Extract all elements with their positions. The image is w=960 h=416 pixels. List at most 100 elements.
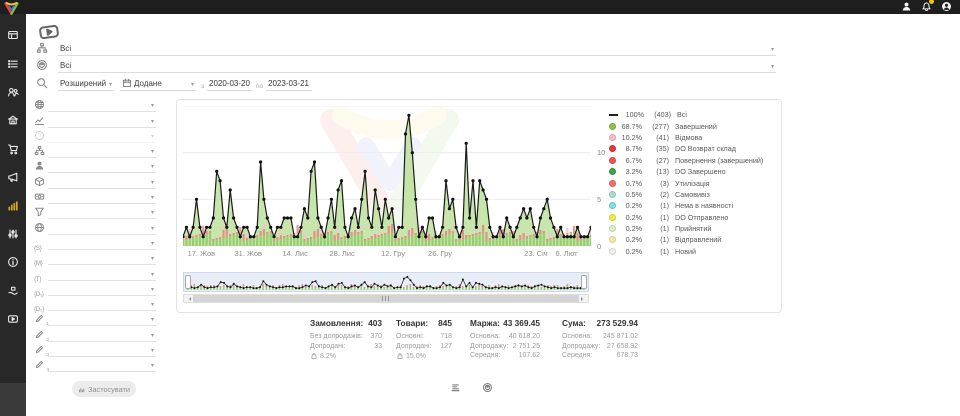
stat-sub-label: Допродажу: bbox=[470, 342, 508, 352]
chevron-down-icon: ▾ bbox=[151, 119, 154, 125]
date-to-input[interactable]: 2023-03-21 bbox=[266, 75, 312, 91]
legend-item[interactable]: 100%(403)Всі bbox=[609, 109, 775, 120]
legend-percent: 8.7% bbox=[616, 144, 642, 153]
legend-item[interactable]: 8.7%(35)DO Возврат склад bbox=[609, 143, 775, 154]
sidebar-item-analytics[interactable] bbox=[0, 191, 26, 219]
summary-stats: Замовлення:403Без допродажів:370Допродан… bbox=[176, 318, 780, 380]
x-tick-label: 31. Жов bbox=[228, 249, 268, 258]
legend-percent: 100% bbox=[618, 110, 644, 119]
label-tag-icon[interactable] bbox=[38, 21, 60, 37]
scrollbar-thumb[interactable] bbox=[193, 295, 579, 302]
sidebar-item-settings-sliders[interactable] bbox=[0, 220, 26, 248]
stat-sub-value: 678.73 bbox=[617, 351, 638, 361]
legend-label: Новий bbox=[675, 247, 696, 256]
pencil-icon: 1 bbox=[34, 313, 48, 326]
legend-item[interactable]: 0.5%(2)Самовивіз bbox=[609, 189, 775, 200]
filter-select-6[interactable]: ▾ bbox=[48, 176, 156, 189]
sidebar-item-cart[interactable] bbox=[0, 135, 26, 163]
chart-minimap[interactable] bbox=[183, 272, 589, 292]
sidebar-item-support[interactable] bbox=[0, 277, 26, 305]
legend-item[interactable]: 68.7%(277)Завершений bbox=[609, 120, 775, 131]
legend-label: Самовивіз bbox=[675, 190, 710, 199]
chevron-down-icon: ▾ bbox=[771, 47, 774, 53]
avatar[interactable] bbox=[941, 1, 952, 12]
user-icon[interactable] bbox=[901, 1, 912, 12]
legend-percent: 68.7% bbox=[616, 122, 642, 131]
stat-value: 273 529.94 bbox=[596, 318, 638, 328]
filter-row-9: ▾ bbox=[34, 219, 156, 234]
filter-select-14[interactable]: ▾ bbox=[48, 298, 156, 311]
stat-sub-value: 127 bbox=[440, 342, 452, 352]
filter-select-11[interactable]: ▾ bbox=[48, 252, 156, 265]
filter-select-15[interactable]: ▾ bbox=[48, 313, 156, 326]
filter-select-13[interactable]: ▾ bbox=[48, 283, 156, 296]
filter-row-10: {S}▾ bbox=[34, 235, 156, 250]
filter-select-8[interactable]: ▾ bbox=[48, 206, 156, 219]
chevron-down-icon: ▾ bbox=[151, 302, 154, 308]
minimap-left-handle[interactable] bbox=[185, 275, 191, 289]
filter-select-10[interactable]: ▾ bbox=[48, 237, 156, 250]
filter-select-16[interactable]: ▾ bbox=[48, 329, 156, 342]
sidebar-item-info[interactable] bbox=[0, 248, 26, 276]
scroll-left-arrow-icon[interactable] bbox=[184, 295, 193, 302]
filter-select-1[interactable]: ▾ bbox=[48, 99, 156, 112]
product-select[interactable]: Всі ▾ bbox=[58, 57, 776, 73]
person-icon bbox=[34, 160, 48, 173]
filter-row-11: {M}▾ bbox=[34, 250, 156, 265]
funnel-icon bbox=[34, 206, 48, 219]
legend-count: (1) bbox=[642, 235, 669, 244]
chart-scrollbar[interactable] bbox=[183, 294, 589, 303]
sidebar-item-orders-list[interactable] bbox=[0, 49, 26, 77]
filter-select-18[interactable]: ▾ bbox=[48, 359, 156, 372]
legend-item[interactable]: 6.7%(27)Повернення (завершений) bbox=[609, 155, 775, 166]
app-logo-icon[interactable] bbox=[3, 1, 20, 14]
legend-item[interactable]: 0.2%(1)Прийнятий bbox=[609, 223, 775, 234]
sidebar-item-users[interactable] bbox=[0, 78, 26, 106]
stat-sub-label: Основна: bbox=[470, 332, 500, 342]
sidebar-item-video-tutorials[interactable] bbox=[0, 305, 26, 333]
filter-panel: ▾▾?▾▾▾▾▾▾▾{S}▾{M}▾{T}▾{D₁}▾{D₂}▾1▾2▾3▾4▾ bbox=[34, 97, 156, 372]
legend-percent: 0.2% bbox=[616, 224, 642, 233]
stat-sub-label: Середня: bbox=[562, 351, 592, 361]
legend-swatch bbox=[609, 180, 616, 187]
legend-item[interactable]: 0.2%(1)Новий bbox=[609, 246, 775, 257]
legend-item[interactable]: 0.2%(1)Відправлений bbox=[609, 234, 775, 245]
search-mode-select[interactable]: Розширений ▾ bbox=[58, 75, 114, 91]
filter-select-7[interactable]: ▾ bbox=[48, 191, 156, 204]
legend-item[interactable]: 10.2%(41)Відмова bbox=[609, 132, 775, 143]
notifications-bell-icon[interactable] bbox=[921, 1, 932, 12]
filter-select-9[interactable]: ▾ bbox=[48, 222, 156, 235]
legend-item[interactable]: 0.7%(3)Утилізація bbox=[609, 177, 775, 188]
x-tick-label: 14. Лис bbox=[275, 249, 315, 258]
report-rows-icon[interactable] bbox=[450, 382, 461, 393]
sidebar-item-dashboard[interactable] bbox=[0, 21, 26, 49]
filter-select-2[interactable]: ▾ bbox=[48, 115, 156, 128]
filter-select-5[interactable]: ▾ bbox=[48, 160, 156, 173]
legend-percent: 0.2% bbox=[616, 201, 642, 210]
date-from-input[interactable]: 2020-03-20 bbox=[207, 75, 253, 91]
apply-button[interactable]: Застосувати bbox=[72, 381, 136, 397]
legend-item[interactable]: 0.2%(1)DO Отправлено bbox=[609, 212, 775, 223]
filter-select-12[interactable]: ▾ bbox=[48, 268, 156, 281]
chevron-down-icon: ▾ bbox=[109, 82, 112, 88]
svg-text:?: ? bbox=[38, 133, 41, 139]
legend-swatch bbox=[609, 202, 616, 209]
filter-select-3: ▾ bbox=[48, 130, 156, 143]
filter-row-6: ▾ bbox=[34, 173, 156, 188]
legend-item[interactable]: 3.2%(13)DO Завершено bbox=[609, 166, 775, 177]
chevron-down-icon: ▾ bbox=[771, 64, 774, 70]
category-select[interactable]: Всі ▾ bbox=[58, 40, 776, 56]
orders-chart[interactable] bbox=[183, 106, 591, 246]
legend-swatch bbox=[609, 214, 616, 221]
legend-item[interactable]: 0.2%(1)Нема в наявності bbox=[609, 200, 775, 211]
sidebar-item-announcements[interactable] bbox=[0, 163, 26, 191]
filter-select-4[interactable]: ▾ bbox=[48, 145, 156, 158]
scroll-right-arrow-icon[interactable] bbox=[579, 295, 588, 302]
minimap-right-handle[interactable] bbox=[581, 275, 587, 289]
search-icon[interactable] bbox=[36, 77, 48, 89]
sidebar-item-store[interactable] bbox=[0, 106, 26, 134]
chevron-down-icon: ▾ bbox=[151, 256, 154, 262]
date-field-select[interactable]: Додане ▾ bbox=[120, 75, 196, 91]
filter-select-17[interactable]: ▾ bbox=[48, 344, 156, 357]
product-sphere-icon[interactable] bbox=[482, 382, 493, 393]
